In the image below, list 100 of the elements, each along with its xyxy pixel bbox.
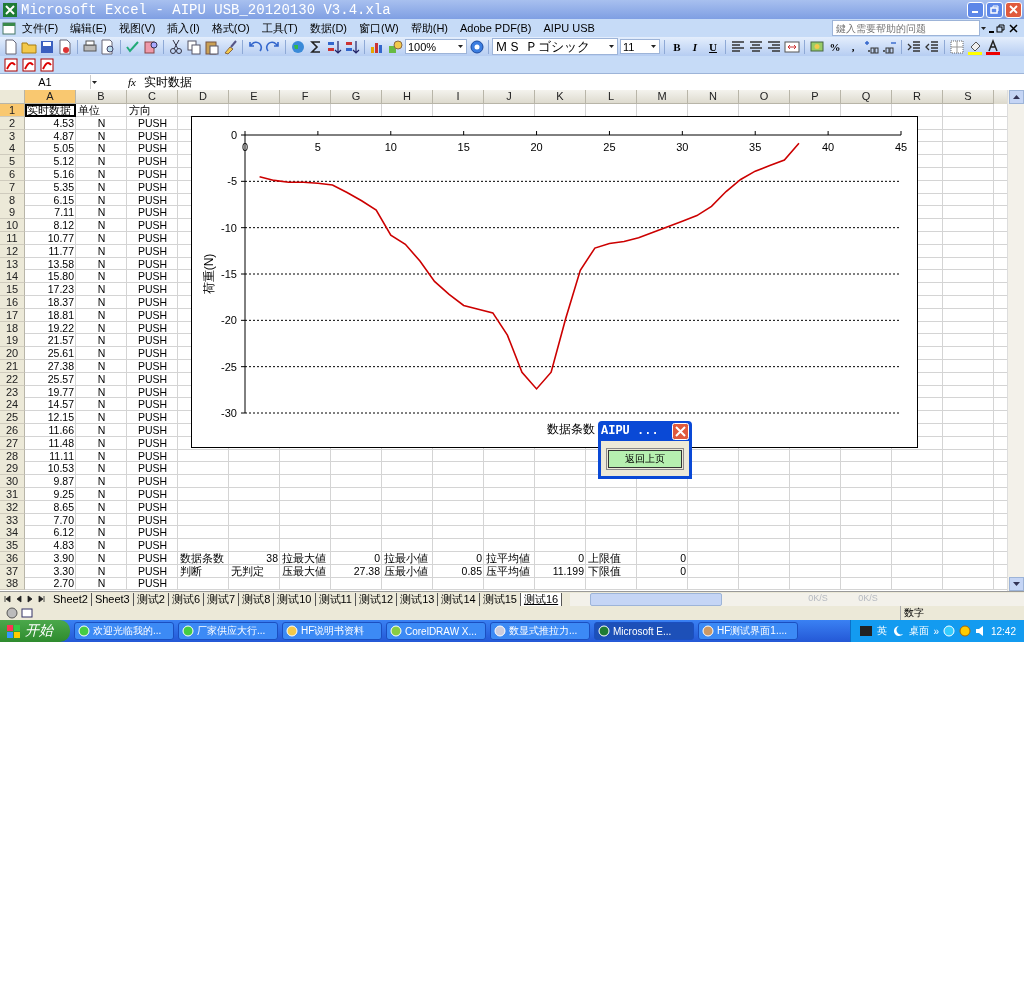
print-icon[interactable] xyxy=(82,38,98,55)
row-header[interactable]: 29 xyxy=(0,462,25,476)
row-header[interactable]: 35 xyxy=(0,539,25,553)
column-header[interactable]: O xyxy=(739,90,790,104)
column-header[interactable]: D xyxy=(178,90,229,104)
close-button[interactable] xyxy=(1005,1,1022,18)
column-header[interactable]: E xyxy=(229,90,280,104)
taskbar-button[interactable]: Microsoft E... xyxy=(594,622,694,640)
menu-item[interactable]: 格式(O) xyxy=(205,20,256,36)
menu-item[interactable]: Adobe PDF(B) xyxy=(454,22,538,34)
align-center-icon[interactable] xyxy=(748,38,764,55)
worksheet-icon[interactable] xyxy=(2,21,16,35)
dropdown-caret-icon[interactable] xyxy=(608,43,615,50)
column-header[interactable]: F xyxy=(280,90,331,104)
save-icon[interactable] xyxy=(39,38,55,55)
row-header[interactable]: 38 xyxy=(0,577,25,591)
column-header[interactable]: S xyxy=(943,90,994,104)
align-left-icon[interactable] xyxy=(730,38,746,55)
format-painter-icon[interactable] xyxy=(222,38,238,55)
function-label[interactable]: fx xyxy=(128,76,136,88)
drawing-icon[interactable] xyxy=(387,38,403,55)
decrease-indent-icon[interactable] xyxy=(906,38,922,55)
row-header[interactable]: 14 xyxy=(0,270,25,284)
scroll-down-icon[interactable] xyxy=(1008,577,1024,591)
column-header[interactable]: K xyxy=(535,90,586,104)
column-header[interactable]: P xyxy=(790,90,841,104)
row-header[interactable]: 10 xyxy=(0,219,25,233)
row-header[interactable]: 20 xyxy=(0,347,25,361)
next-sheet-icon[interactable] xyxy=(26,595,34,603)
column-header[interactable]: N xyxy=(688,90,739,104)
sheet-tab[interactable]: 测试16 xyxy=(520,592,563,606)
row-header[interactable]: 34 xyxy=(0,526,25,540)
formula-field[interactable]: 实时数据 xyxy=(143,73,1024,91)
menu-item[interactable]: AIPU USB xyxy=(537,22,601,34)
row-header[interactable]: 9 xyxy=(0,206,25,220)
number-format-button[interactable]: , xyxy=(845,40,861,53)
minimize-button[interactable] xyxy=(967,1,984,18)
menu-item[interactable]: 编辑(E) xyxy=(64,20,113,36)
first-sheet-icon[interactable] xyxy=(4,595,12,603)
restore-button[interactable] xyxy=(986,1,1003,18)
menu-item[interactable]: 视图(V) xyxy=(112,20,162,36)
column-header[interactable]: M xyxy=(637,90,688,104)
sort-descending-icon[interactable] xyxy=(344,38,360,55)
sheet-tab[interactable]: 测试7 xyxy=(204,592,240,606)
last-sheet-icon[interactable] xyxy=(37,595,45,603)
draw-tool-icon[interactable] xyxy=(6,607,18,619)
moon-icon[interactable] xyxy=(891,624,906,638)
row-header[interactable]: 19 xyxy=(0,334,25,348)
menu-item[interactable]: 文件(F) xyxy=(16,20,65,36)
new-document-icon[interactable] xyxy=(3,38,19,55)
paste-icon[interactable] xyxy=(204,38,220,55)
back-button[interactable]: 返回上页 xyxy=(608,449,682,468)
zoom-field[interactable]: 100% xyxy=(405,39,467,54)
close-icon[interactable] xyxy=(1009,23,1018,33)
format-button[interactable]: B xyxy=(669,40,685,53)
restore-icon[interactable] xyxy=(996,23,1005,33)
sheet-tab[interactable]: Sheet2 xyxy=(50,592,92,606)
scroll-up-icon[interactable] xyxy=(1008,90,1024,104)
row-header[interactable]: 4 xyxy=(0,142,25,156)
pdf-icon[interactable] xyxy=(21,56,37,73)
format-button[interactable]: I xyxy=(687,40,703,53)
row-header[interactable]: 30 xyxy=(0,475,25,489)
menu-item[interactable]: 工具(T) xyxy=(255,20,304,36)
row-header[interactable]: 25 xyxy=(0,411,25,425)
column-header[interactable]: C xyxy=(127,90,178,104)
help-icon[interactable] xyxy=(469,38,485,55)
pdf-icon[interactable] xyxy=(39,56,55,73)
align-right-icon[interactable] xyxy=(766,38,782,55)
font-field[interactable]: ＭＳ Ｐゴシック xyxy=(492,38,618,55)
draw-tool-icon[interactable] xyxy=(21,607,33,619)
menu-item[interactable]: 插入(I) xyxy=(161,20,206,36)
row-header[interactable]: 5 xyxy=(0,155,25,169)
currency-icon[interactable] xyxy=(809,38,825,55)
merge-cells-icon[interactable] xyxy=(784,38,800,55)
column-header[interactable]: H xyxy=(382,90,433,104)
copy-icon[interactable] xyxy=(186,38,202,55)
dropdown-caret-icon[interactable] xyxy=(650,43,657,50)
menu-item[interactable]: 窗口(W) xyxy=(353,20,405,36)
sheet-tab[interactable]: 测试8 xyxy=(239,592,275,606)
menu-item[interactable]: 帮助(H) xyxy=(404,20,454,36)
font-color-icon[interactable] xyxy=(985,38,1001,55)
column-header[interactable]: I xyxy=(433,90,484,104)
column-header[interactable]: B xyxy=(76,90,127,104)
row-header[interactable]: 24 xyxy=(0,398,25,412)
keyboard-icon[interactable] xyxy=(859,624,874,638)
format-button[interactable]: U xyxy=(705,40,721,53)
help-search-field[interactable]: 鍵入需要帮助的问题 xyxy=(832,20,980,36)
pdf-icon[interactable] xyxy=(3,56,19,73)
start-button[interactable]: 开始 xyxy=(0,620,70,642)
column-header[interactable]: R xyxy=(892,90,943,104)
column-header[interactable]: A xyxy=(25,90,76,104)
column-header[interactable]: L xyxy=(586,90,637,104)
sheet-tab[interactable]: 测试14 xyxy=(438,592,480,606)
row-header[interactable]: 1 xyxy=(0,104,25,117)
sheet-tab[interactable]: 测试13 xyxy=(397,592,439,606)
sheet-tab[interactable]: 测试10 xyxy=(274,592,316,606)
dropdown-caret-icon[interactable] xyxy=(457,43,464,50)
cut-icon[interactable] xyxy=(168,38,184,55)
print-preview-icon[interactable] xyxy=(100,38,116,55)
column-header[interactable]: G xyxy=(331,90,382,104)
